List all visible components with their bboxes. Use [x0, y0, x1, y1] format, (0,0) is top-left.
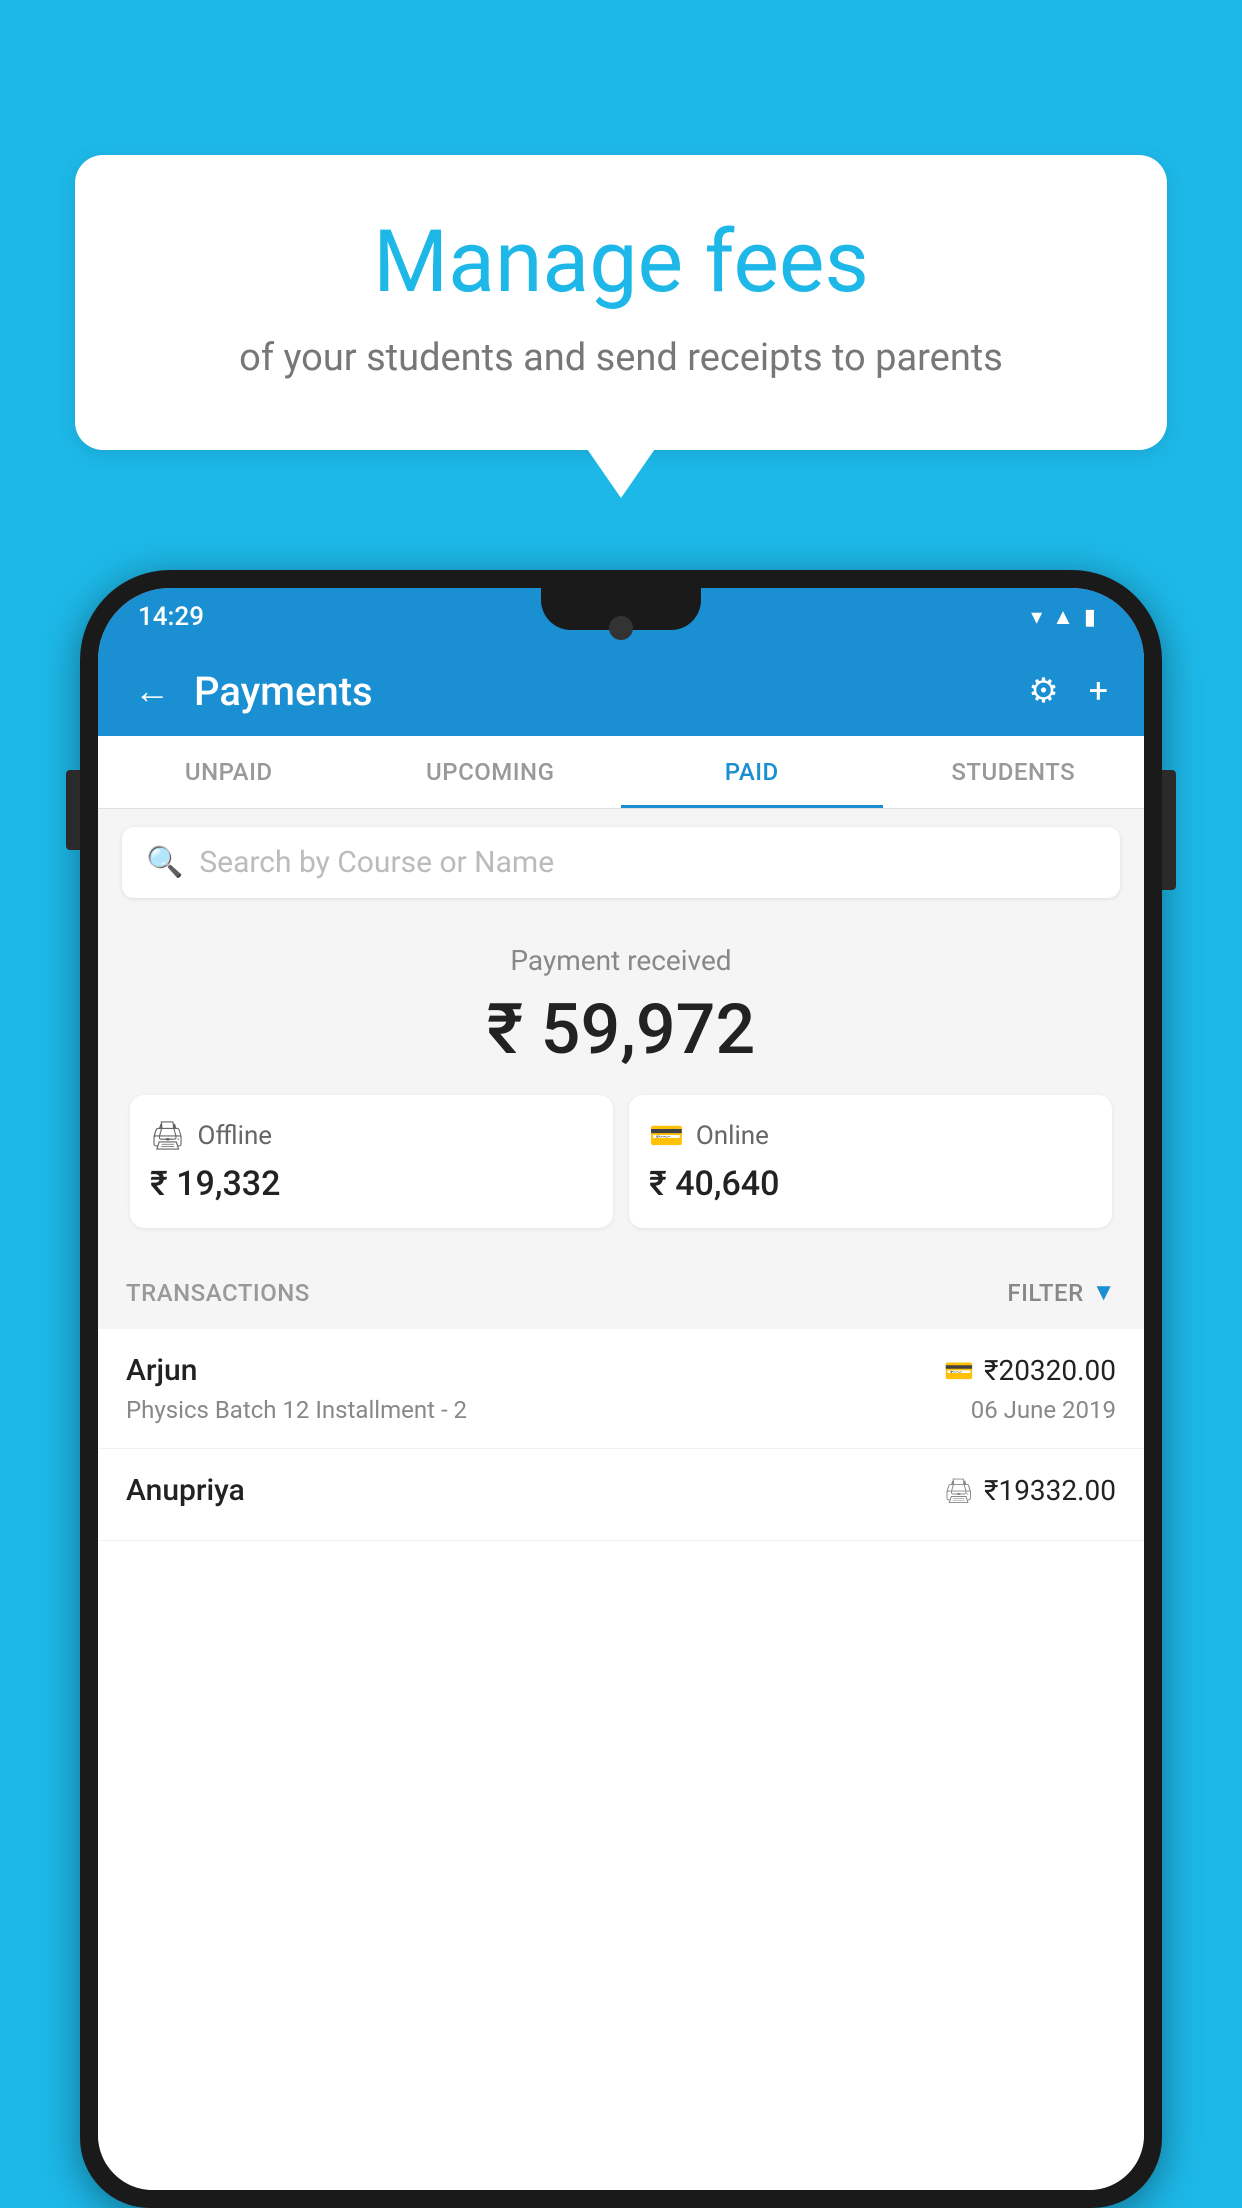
back-button[interactable]: ← [134, 670, 170, 712]
transaction-top: Anupriya 🖨 ₹19332.00 [126, 1473, 1116, 1508]
table-row[interactable]: Anupriya 🖨 ₹19332.00 [98, 1449, 1144, 1541]
search-icon: 🔍 [146, 845, 183, 880]
header-title: Payments [194, 668, 1028, 715]
payment-received-label: Payment received [122, 944, 1120, 977]
speech-bubble-container: Manage fees of your students and send re… [75, 155, 1167, 450]
transaction-amount-wrap: 🖨 ₹19332.00 [944, 1474, 1116, 1507]
card-payment-icon: 💳 [944, 1357, 974, 1385]
online-amount: ₹ 40,640 [649, 1164, 1092, 1204]
payment-total-amount: ₹ 59,972 [122, 989, 1120, 1071]
phone-notch [541, 588, 701, 630]
add-icon[interactable]: + [1089, 671, 1108, 711]
transactions-label: TRANSACTIONS [126, 1279, 310, 1307]
power-button [1162, 770, 1176, 890]
transaction-amount: ₹19332.00 [984, 1474, 1116, 1507]
phone-screen: 14:29 ▾ ▲ ▮ ← Payments ⚙ + UNPAID UPCOMI… [98, 588, 1144, 2190]
battery-icon: ▮ [1084, 605, 1096, 630]
transaction-name: Arjun [126, 1353, 197, 1388]
offline-icon: 🖨 [150, 1119, 186, 1152]
transaction-amount: ₹20320.00 [984, 1354, 1116, 1387]
transactions-header: TRANSACTIONS FILTER ▼ [98, 1256, 1144, 1329]
signal-icon: ▲ [1052, 604, 1074, 630]
tab-unpaid[interactable]: UNPAID [98, 736, 360, 808]
offline-card-header: 🖨 Offline [150, 1119, 593, 1152]
online-label: Online [696, 1121, 769, 1151]
phone-camera [609, 616, 633, 640]
search-bar[interactable]: 🔍 Search by Course or Name [122, 827, 1120, 898]
transaction-amount-wrap: 💳 ₹20320.00 [944, 1354, 1116, 1387]
tab-students[interactable]: STUDENTS [883, 736, 1145, 808]
offline-amount: ₹ 19,332 [150, 1164, 593, 1204]
online-card: 💳 Online ₹ 40,640 [629, 1095, 1112, 1228]
payment-cards: 🖨 Offline ₹ 19,332 💳 Online ₹ 40,640 [122, 1095, 1120, 1228]
payment-summary: Payment received ₹ 59,972 🖨 Offline ₹ 19… [98, 916, 1144, 1256]
volume-button [66, 770, 80, 850]
cash-payment-icon: 🖨 [944, 1477, 974, 1505]
filter-button[interactable]: FILTER ▼ [1007, 1278, 1116, 1307]
app-header: ← Payments ⚙ + [98, 646, 1144, 736]
status-time: 14:29 [138, 602, 204, 632]
transaction-bottom: Physics Batch 12 Installment - 2 06 June… [126, 1396, 1116, 1424]
wifi-icon: ▾ [1031, 605, 1042, 630]
transaction-top: Arjun 💳 ₹20320.00 [126, 1353, 1116, 1388]
search-placeholder-text: Search by Course or Name [199, 845, 554, 880]
transaction-date: 06 June 2019 [971, 1396, 1116, 1424]
table-row[interactable]: Arjun 💳 ₹20320.00 Physics Batch 12 Insta… [98, 1329, 1144, 1449]
transaction-course: Physics Batch 12 Installment - 2 [126, 1396, 467, 1424]
tabs-bar: UNPAID UPCOMING PAID STUDENTS [98, 736, 1144, 809]
offline-label: Offline [198, 1121, 273, 1151]
phone-shell: 14:29 ▾ ▲ ▮ ← Payments ⚙ + UNPAID UPCOMI… [80, 570, 1162, 2208]
filter-label: FILTER [1007, 1279, 1083, 1307]
bubble-title: Manage fees [155, 215, 1087, 310]
bubble-subtitle: of your students and send receipts to pa… [155, 332, 1087, 385]
header-actions: ⚙ + [1028, 671, 1108, 711]
tab-paid[interactable]: PAID [621, 736, 883, 808]
filter-icon: ▼ [1092, 1278, 1116, 1307]
settings-icon[interactable]: ⚙ [1028, 671, 1058, 711]
transactions-list: Arjun 💳 ₹20320.00 Physics Batch 12 Insta… [98, 1329, 1144, 2190]
search-container: 🔍 Search by Course or Name [98, 809, 1144, 916]
tab-upcoming[interactable]: UPCOMING [360, 736, 622, 808]
status-icons: ▾ ▲ ▮ [1031, 604, 1096, 630]
offline-card: 🖨 Offline ₹ 19,332 [130, 1095, 613, 1228]
online-icon: 💳 [649, 1119, 684, 1152]
transaction-name: Anupriya [126, 1473, 245, 1508]
speech-bubble: Manage fees of your students and send re… [75, 155, 1167, 450]
online-card-header: 💳 Online [649, 1119, 1092, 1152]
